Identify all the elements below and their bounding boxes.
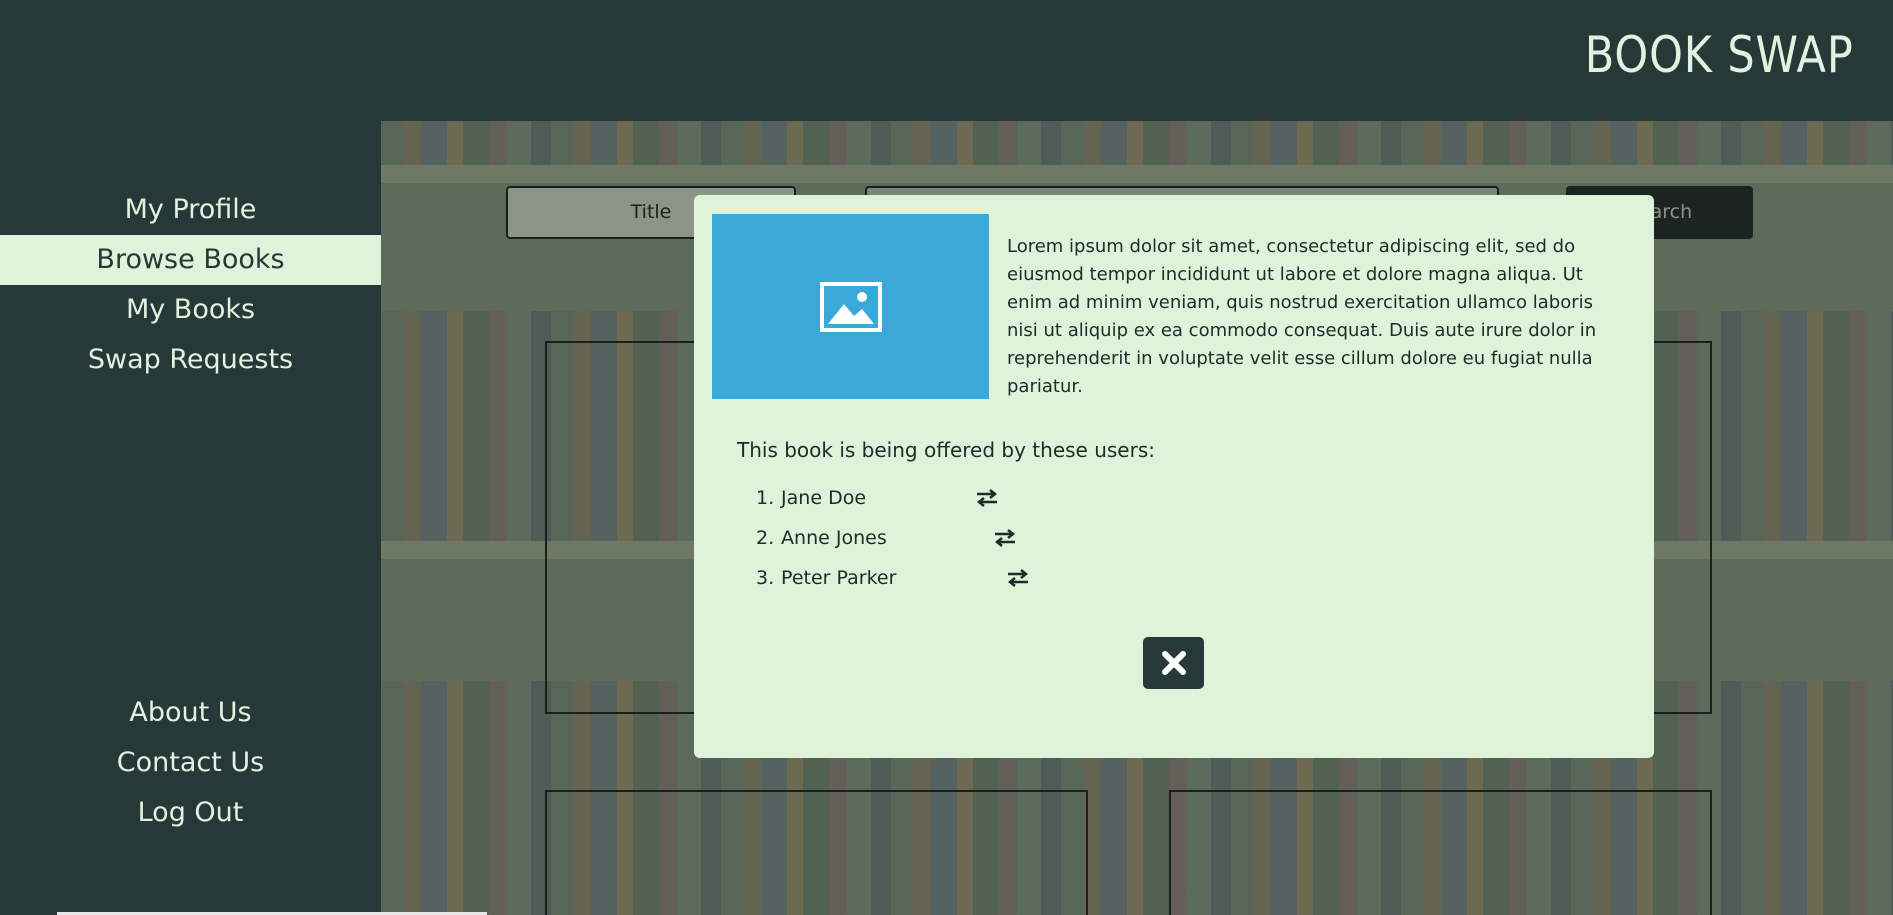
top-header: BOOK SWAP — [0, 0, 1893, 121]
sidebar-item-contact-us[interactable]: Contact Us — [0, 738, 381, 788]
book-description: Lorem ipsum dolor sit amet, consectetur … — [1007, 236, 1597, 397]
user-name[interactable]: Jane Doe — [781, 487, 866, 509]
sidebar-item-my-books[interactable]: My Books — [0, 285, 381, 335]
close-icon — [1161, 651, 1186, 675]
list-item-number: 3. — [756, 567, 775, 589]
exchange-icon[interactable] — [993, 528, 1017, 548]
offer-user-list: 1. Jane Doe 2. Anne Jones 3. Peter Parke… — [756, 478, 1029, 598]
offered-by-heading: This book is being offered by these user… — [737, 438, 1155, 462]
sidebar-main-nav: My Profile Browse Books My Books Swap Re… — [0, 185, 381, 385]
list-item-number: 2. — [756, 527, 775, 549]
bookshelf-background — [381, 121, 1893, 165]
image-icon — [819, 281, 882, 332]
sidebar-item-log-out[interactable]: Log Out — [0, 788, 381, 838]
close-modal-button[interactable] — [1143, 637, 1204, 689]
list-item: 1. Jane Doe — [756, 478, 998, 518]
book-card[interactable] — [545, 790, 1088, 915]
user-name[interactable]: Peter Parker — [781, 567, 896, 589]
list-item: 2. Anne Jones — [756, 518, 1016, 558]
book-cover-placeholder — [712, 214, 989, 399]
sidebar: My Profile Browse Books My Books Swap Re… — [0, 121, 381, 915]
book-details-modal: Lorem ipsum dolor sit amet, consectetur … — [694, 195, 1654, 758]
list-item-number: 1. — [756, 487, 775, 509]
book-card[interactable] — [1169, 790, 1712, 915]
shelf-board — [381, 165, 1893, 183]
user-name[interactable]: Anne Jones — [781, 527, 887, 549]
sidebar-item-swap-requests[interactable]: Swap Requests — [0, 335, 381, 385]
exchange-icon[interactable] — [1006, 568, 1030, 588]
sidebar-footer-nav: About Us Contact Us Log Out — [0, 688, 381, 838]
exchange-icon[interactable] — [975, 488, 999, 508]
sidebar-item-my-profile[interactable]: My Profile — [0, 185, 381, 235]
list-item: 3. Peter Parker — [756, 558, 1029, 598]
sidebar-item-browse-books[interactable]: Browse Books — [0, 235, 381, 285]
brand-logo[interactable]: BOOK SWAP — [1585, 26, 1854, 84]
sidebar-item-about-us[interactable]: About Us — [0, 688, 381, 738]
